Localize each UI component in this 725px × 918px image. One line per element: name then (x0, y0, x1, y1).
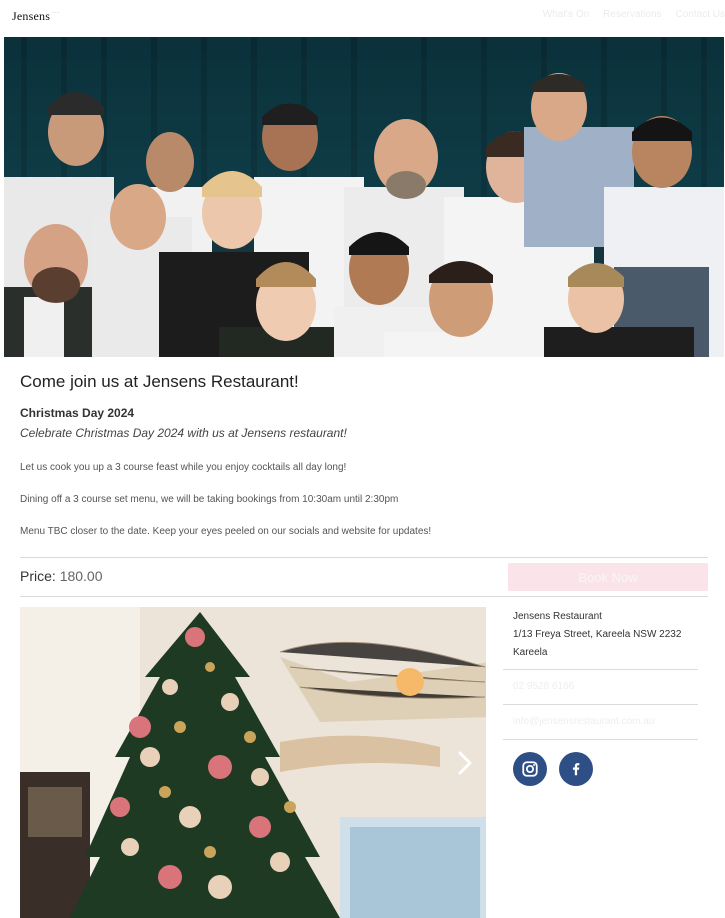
venue-address-block: Jensens Restaurant 1/13 Freya Street, Ka… (503, 603, 708, 669)
book-now-button[interactable]: Book Now (508, 563, 708, 591)
social-links (503, 740, 708, 798)
price: Price: 180.00 (20, 568, 103, 584)
event-paragraph: Menu TBC closer to the date. Keep your e… (20, 526, 432, 537)
main-nav: What's On Reservations Contact Us (543, 9, 725, 20)
team-photo (4, 37, 724, 357)
logo-text: Jensens (12, 9, 51, 23)
venue-info: Jensens Restaurant 1/13 Freya Street, Ka… (503, 603, 708, 798)
price-value: 180.00 (59, 568, 103, 584)
venue-email-link[interactable]: info@jensensrestaurant.com.au (503, 705, 708, 739)
carousel-next-arrow[interactable] (455, 750, 475, 776)
event-subtitle: Christmas Day 2024 (20, 406, 135, 420)
venue-phone-link[interactable]: 02 9528 6166 (503, 670, 708, 704)
event-title: Come join us at Jensens Restaurant! (20, 372, 299, 391)
logo-mark: ····· (52, 10, 60, 15)
venue-name: Jensens Restaurant (513, 611, 602, 622)
event-tagline: Celebrate Christmas Day 2024 with us at … (20, 426, 347, 440)
event-paragraph: Dining off a 3 course set menu, we will … (20, 494, 399, 505)
venue-suburb: Kareela (513, 647, 548, 658)
facebook-icon[interactable] (559, 752, 593, 786)
nav-whats-on[interactable]: What's On (543, 9, 589, 20)
divider (20, 557, 708, 558)
venue-photo-carousel (20, 607, 486, 918)
price-label: Price: (20, 568, 56, 584)
instagram-icon[interactable] (513, 752, 547, 786)
price-row: Price: 180.00 Book Now (20, 563, 708, 593)
event-details: Come join us at Jensens Restaurant! Chri… (20, 372, 710, 537)
venue-address: 1/13 Freya Street, Kareela NSW 2232 (513, 629, 682, 640)
site-logo[interactable]: Jensens ····· (12, 9, 60, 24)
nav-reservations[interactable]: Reservations (603, 9, 661, 20)
site-header: Jensens ····· What's On Reservations Cont… (0, 0, 725, 36)
event-paragraph: Let us cook you up a 3 course feast whil… (20, 462, 347, 473)
divider (20, 596, 708, 597)
nav-contact-us[interactable]: Contact Us (676, 9, 725, 20)
